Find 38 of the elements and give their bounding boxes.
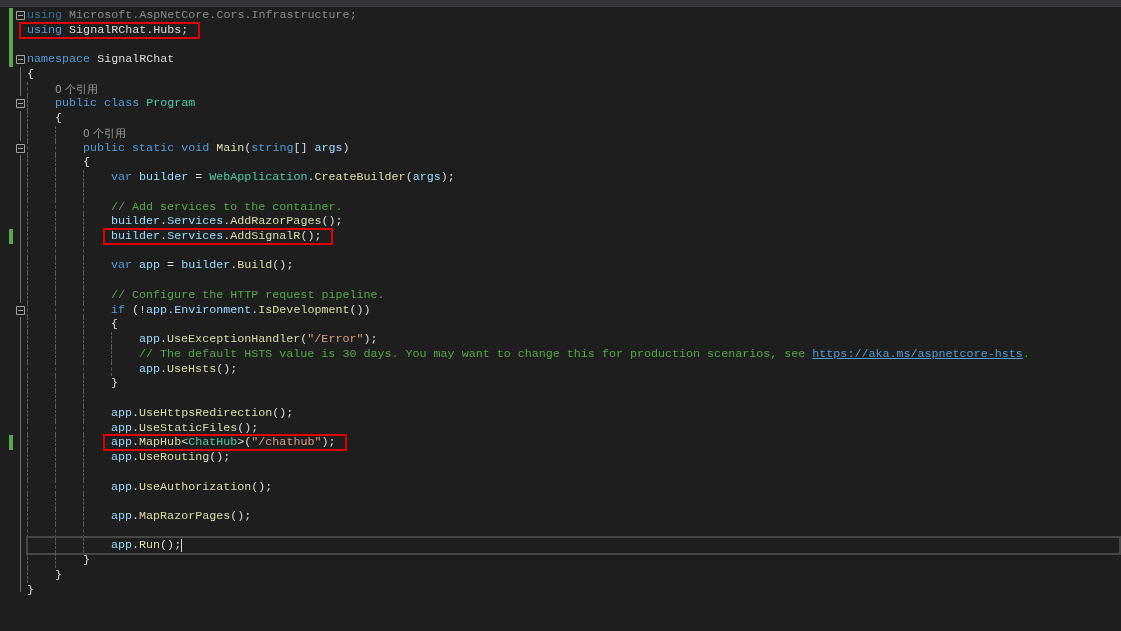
collapse-icon[interactable] <box>16 11 25 20</box>
code-line: app.Run(); <box>111 538 183 554</box>
code-line: { <box>83 155 90 171</box>
code-line: // Configure the HTTP request pipeline. <box>111 287 385 303</box>
reference-count-link[interactable]: 0 个引用 <box>83 125 127 141</box>
code-line: app.UseExceptionHandler("/Error"); <box>139 332 378 347</box>
code-line: public class Program <box>55 96 196 112</box>
code-line: namespace SignalRChat <box>27 52 175 67</box>
code-line: app.UseAuthorization(); <box>111 479 273 495</box>
code-line: public static void Main(string[] args) <box>83 140 350 156</box>
collapse-icon[interactable] <box>16 99 25 109</box>
code-line: builder.Services.AddSignalR(); <box>111 228 322 243</box>
code-line: app.UseRouting(); <box>111 450 231 465</box>
collapse-icon[interactable] <box>16 305 25 315</box>
code-line: var builder = WebApplication.CreateBuilder(args); <box>111 170 455 185</box>
code-line: using SignalRChat.Hubs; <box>27 22 189 37</box>
code-line: } <box>83 553 90 568</box>
code-line: app.UseHsts(); <box>139 361 238 377</box>
code-line: app.UseStaticFiles(); <box>111 420 259 436</box>
code-line: { <box>55 111 62 126</box>
reference-count-link[interactable]: 0 个引用 <box>55 81 99 97</box>
code-line: { <box>111 317 118 333</box>
code-line: } <box>111 376 118 392</box>
collapse-icon[interactable] <box>16 55 25 65</box>
link[interactable]: https://aka.ms/aspnetcore-hsts <box>812 346 1023 361</box>
collapse-icon[interactable] <box>16 143 25 153</box>
code-line: app.MapRazorPages(); <box>111 508 252 524</box>
code-line: builder.Services.AddRazorPages(); <box>111 214 343 229</box>
code-line: app.MapHub<ChatHub>("/chathub"); <box>111 435 336 450</box>
code-line: { <box>27 66 34 82</box>
code-line: using Microsoft.AspNetCore.Cors.Infrastructure; <box>27 8 357 23</box>
code-line: // The default HSTS value is 30 days. You may want to change this for production scenarios, see https://aka.ms/aspnetcore-hsts. <box>139 346 1030 362</box>
code-line: if (!app.Environment.IsDevelopment()) <box>111 302 371 318</box>
code-line: } <box>55 567 62 583</box>
code-line: } <box>27 582 34 598</box>
code-line: var app = builder.Build(); <box>111 258 294 274</box>
code-line: // Add services to the container. <box>111 199 343 215</box>
code-line: app.UseHttpsRedirection(); <box>111 405 294 421</box>
